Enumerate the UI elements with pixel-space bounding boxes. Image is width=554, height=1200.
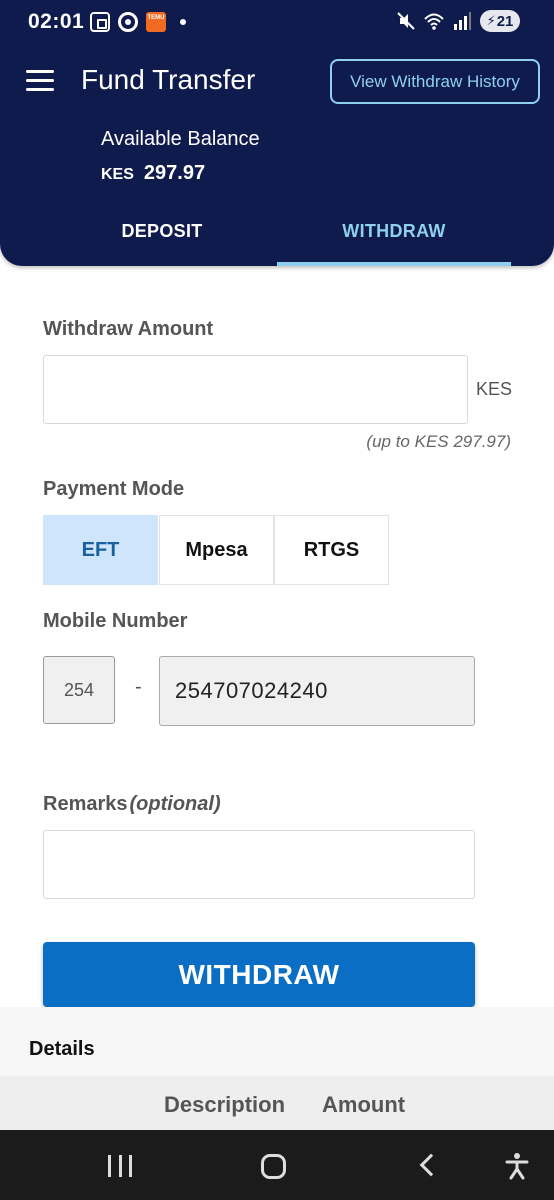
payment-mode-mpesa[interactable]: Mpesa [159, 515, 274, 585]
remarks-label-text: Remarks [43, 793, 128, 815]
status-bar: 02:01 TEMU ⚡ 21 [0, 0, 554, 44]
tab-deposit[interactable]: DEPOSIT [24, 205, 300, 266]
status-time: 02:01 [28, 10, 85, 33]
battery-level: 21 [496, 12, 514, 30]
payment-mode-rtgs[interactable]: RTGS [274, 515, 389, 585]
wifi-icon [424, 13, 444, 30]
remarks-optional-tag: (optional) [129, 793, 221, 815]
signal-icon [454, 12, 471, 30]
more-notifications-dot-icon [180, 19, 186, 25]
withdraw-button[interactable]: WITHDRAW [43, 942, 475, 1007]
page-title: Fund Transfer [81, 64, 256, 95]
mobile-number-label: Mobile Number [43, 610, 188, 632]
country-code-field: 254 [43, 656, 115, 724]
remarks-label: Remarks (optional) [43, 793, 221, 816]
hamburger-menu-icon[interactable] [26, 70, 54, 92]
balance-currency: KES [101, 166, 134, 183]
view-withdraw-history-button[interactable]: View Withdraw History [330, 59, 540, 104]
withdraw-amount-input[interactable] [43, 355, 468, 424]
recent-apps-icon[interactable] [108, 1155, 132, 1177]
charging-bolt-icon: ⚡ [486, 13, 496, 28]
accessibility-icon[interactable] [505, 1152, 529, 1180]
header: 02:01 TEMU ⚡ 21 Fund Transfer View Withd… [0, 0, 554, 266]
available-balance-label: Available Balance [101, 128, 260, 150]
mobile-number-field: 254707024240 [159, 656, 475, 726]
details-title: Details [29, 1038, 95, 1060]
mobile-separator: - [135, 676, 142, 698]
balance-amount: 297.97 [143, 162, 206, 184]
home-icon[interactable] [261, 1154, 286, 1179]
mute-icon [397, 12, 415, 30]
battery-indicator: ⚡ 21 [480, 10, 520, 32]
notification-icons: TEMU [90, 12, 186, 32]
system-icons: ⚡ 21 [396, 10, 520, 32]
screenshot-icon [90, 12, 110, 32]
payment-mode-eft[interactable]: EFT [43, 515, 158, 585]
chrome-icon [118, 12, 138, 32]
amount-limit-hint: (up to KES 297.97) [366, 432, 511, 451]
remarks-input[interactable] [43, 830, 475, 899]
withdraw-amount-label: Withdraw Amount [43, 318, 214, 340]
payment-mode-label: Payment Mode [43, 478, 185, 500]
temu-icon: TEMU [146, 12, 166, 32]
amount-currency-label: KES [476, 379, 513, 399]
column-amount: Amount [322, 1092, 406, 1117]
tab-withdraw[interactable]: WITHDRAW [277, 205, 511, 266]
available-balance-value: KES 297.97 [101, 162, 205, 185]
column-description: Description [164, 1092, 286, 1117]
